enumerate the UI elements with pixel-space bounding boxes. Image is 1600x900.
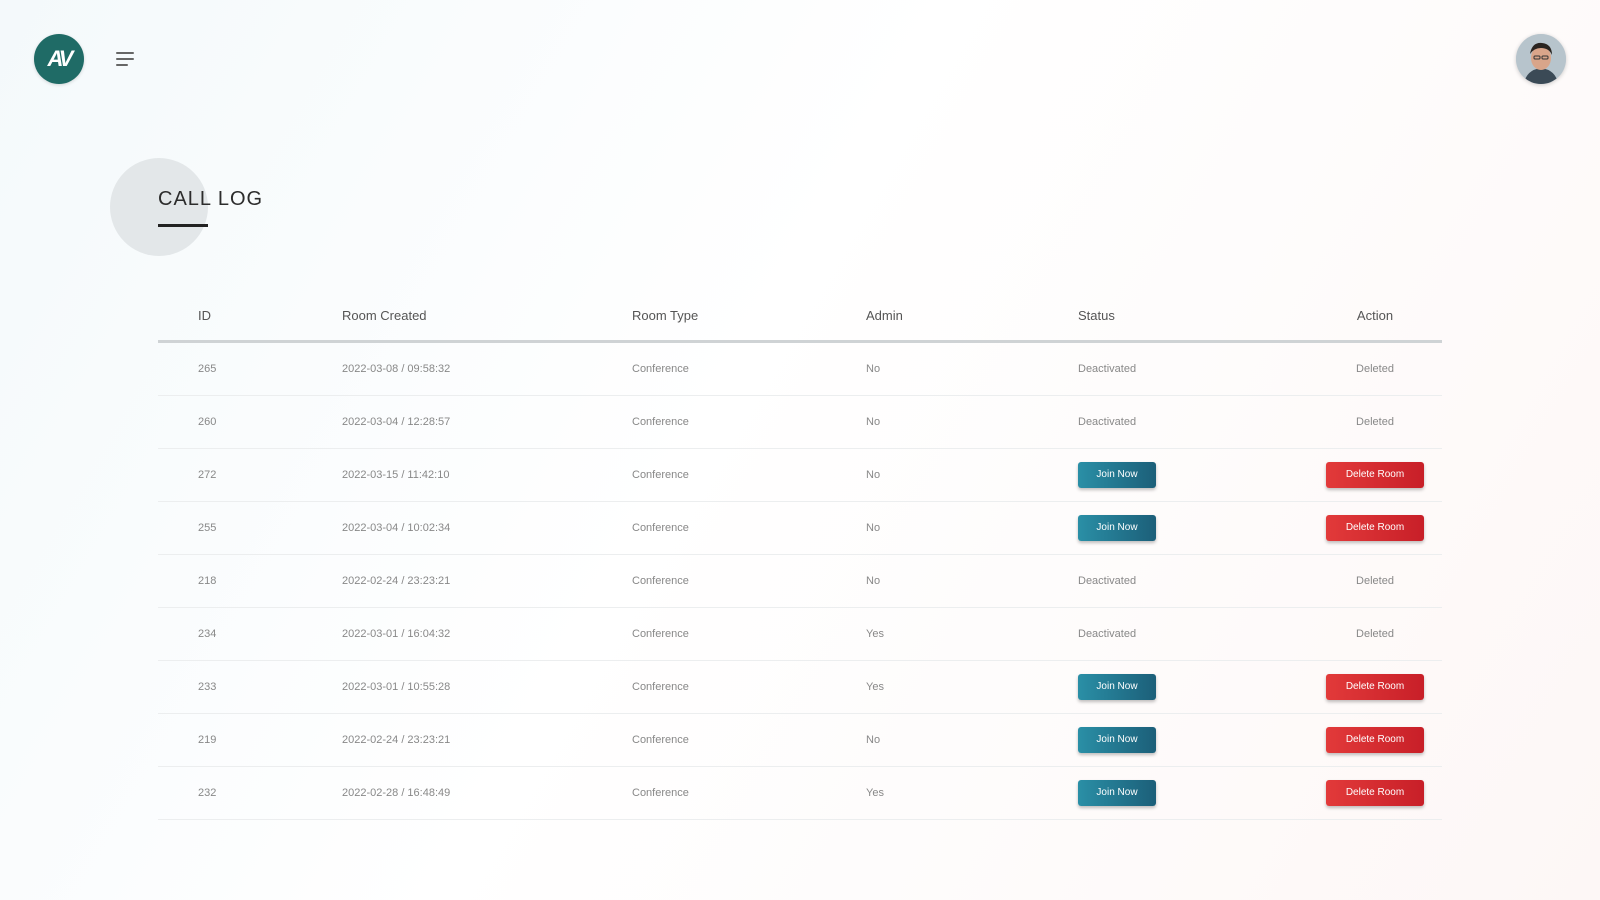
top-bar: AV: [0, 0, 1600, 118]
table-row: 234 2022-03-01 / 16:04:32 Conference Yes…: [158, 607, 1442, 661]
logo-text: AV: [47, 46, 74, 71]
cell-admin: No: [866, 554, 1078, 608]
page-title-block: CALL LOG: [110, 158, 410, 258]
cell-action: Delete Room: [1308, 501, 1442, 555]
cell-id: 218: [158, 554, 342, 608]
table-row: 255 2022-03-04 / 10:02:34 Conference No …: [158, 501, 1442, 555]
cell-admin: No: [866, 501, 1078, 555]
cell-status: Deactivated: [1078, 554, 1308, 608]
cell-room-type: Conference: [632, 660, 866, 714]
cell-id: 260: [158, 395, 342, 449]
cell-status: Join Now: [1078, 713, 1308, 767]
cell-action: Delete Room: [1308, 660, 1442, 714]
cell-admin: Yes: [866, 607, 1078, 661]
cell-room-type: Conference: [632, 395, 866, 449]
cell-id: 232: [158, 766, 342, 820]
table-row: 219 2022-02-24 / 23:23:21 Conference No …: [158, 713, 1442, 767]
cell-id: 234: [158, 607, 342, 661]
cell-admin: No: [866, 341, 1078, 396]
cell-status: Deactivated: [1078, 607, 1308, 661]
cell-status: Deactivated: [1078, 395, 1308, 449]
column-header-admin[interactable]: Admin: [866, 290, 1078, 343]
cell-status: Join Now: [1078, 448, 1308, 502]
cell-admin: No: [866, 395, 1078, 449]
table-header-row: ID Room Created Room Type Admin Status A…: [158, 290, 1442, 343]
column-header-room-type[interactable]: Room Type: [632, 290, 866, 343]
cell-id: 272: [158, 448, 342, 502]
delete-room-button[interactable]: Delete Room: [1326, 462, 1424, 488]
cell-room-type: Conference: [632, 501, 866, 555]
cell-room-type: Conference: [632, 448, 866, 502]
cell-room-created: 2022-03-04 / 10:02:34: [342, 501, 632, 555]
cell-action: Deleted: [1308, 554, 1442, 608]
join-now-button[interactable]: Join Now: [1078, 727, 1156, 753]
cell-action: Delete Room: [1308, 448, 1442, 502]
cell-status: Join Now: [1078, 660, 1308, 714]
column-header-id[interactable]: ID: [158, 290, 342, 343]
cell-id: 255: [158, 501, 342, 555]
table-row: 260 2022-03-04 / 12:28:57 Conference No …: [158, 395, 1442, 449]
call-log-table: ID Room Created Room Type Admin Status A…: [158, 290, 1442, 820]
cell-room-type: Conference: [632, 607, 866, 661]
cell-action: Deleted: [1308, 395, 1442, 449]
cell-action: Delete Room: [1308, 713, 1442, 767]
join-now-button[interactable]: Join Now: [1078, 674, 1156, 700]
table-row: 272 2022-03-15 / 11:42:10 Conference No …: [158, 448, 1442, 502]
user-avatar-icon: [1516, 34, 1566, 84]
delete-room-button[interactable]: Delete Room: [1326, 727, 1424, 753]
cell-id: 265: [158, 341, 342, 396]
cell-room-created: 2022-03-15 / 11:42:10: [342, 448, 632, 502]
cell-room-created: 2022-03-01 / 10:55:28: [342, 660, 632, 714]
cell-room-created: 2022-02-28 / 16:48:49: [342, 766, 632, 820]
cell-room-type: Conference: [632, 554, 866, 608]
table-row: 233 2022-03-01 / 10:55:28 Conference Yes…: [158, 660, 1442, 714]
cell-admin: No: [866, 448, 1078, 502]
cell-status: Deactivated: [1078, 341, 1308, 396]
table-row: 265 2022-03-08 / 09:58:32 Conference No …: [158, 341, 1442, 396]
hamburger-menu-icon[interactable]: [114, 48, 136, 70]
column-header-action[interactable]: Action: [1308, 290, 1442, 343]
cell-room-type: Conference: [632, 713, 866, 767]
join-now-button[interactable]: Join Now: [1078, 515, 1156, 541]
delete-room-button[interactable]: Delete Room: [1326, 515, 1424, 541]
cell-room-created: 2022-03-08 / 09:58:32: [342, 341, 632, 396]
cell-room-type: Conference: [632, 766, 866, 820]
cell-room-type: Conference: [632, 341, 866, 396]
join-now-button[interactable]: Join Now: [1078, 462, 1156, 488]
cell-action: Deleted: [1308, 607, 1442, 661]
app-logo[interactable]: AV: [34, 34, 84, 84]
cell-id: 219: [158, 713, 342, 767]
cell-room-created: 2022-03-01 / 16:04:32: [342, 607, 632, 661]
delete-room-button[interactable]: Delete Room: [1326, 674, 1424, 700]
cell-admin: Yes: [866, 660, 1078, 714]
join-now-button[interactable]: Join Now: [1078, 780, 1156, 806]
cell-action: Delete Room: [1308, 766, 1442, 820]
cell-status: Join Now: [1078, 501, 1308, 555]
cell-id: 233: [158, 660, 342, 714]
table-row: 232 2022-02-28 / 16:48:49 Conference Yes…: [158, 766, 1442, 820]
column-header-status[interactable]: Status: [1078, 290, 1308, 343]
page-title: CALL LOG: [158, 188, 264, 210]
table-row: 218 2022-02-24 / 23:23:21 Conference No …: [158, 554, 1442, 608]
user-avatar[interactable]: [1516, 34, 1566, 84]
title-underline: [158, 224, 208, 227]
cell-admin: Yes: [866, 766, 1078, 820]
cell-admin: No: [866, 713, 1078, 767]
cell-status: Join Now: [1078, 766, 1308, 820]
cell-room-created: 2022-03-04 / 12:28:57: [342, 395, 632, 449]
column-header-room-created[interactable]: Room Created: [342, 290, 632, 343]
delete-room-button[interactable]: Delete Room: [1326, 780, 1424, 806]
call-log-table-container: ID Room Created Room Type Admin Status A…: [158, 290, 1442, 820]
cell-action: Deleted: [1308, 341, 1442, 396]
cell-room-created: 2022-02-24 / 23:23:21: [342, 713, 632, 767]
cell-room-created: 2022-02-24 / 23:23:21: [342, 554, 632, 608]
